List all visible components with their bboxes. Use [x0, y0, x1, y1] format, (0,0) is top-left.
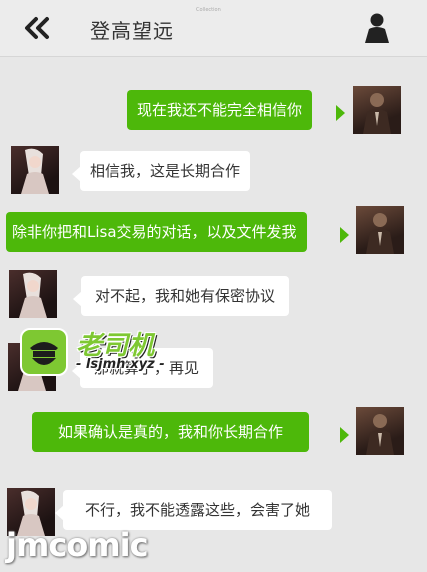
my-avatar[interactable]	[353, 86, 401, 134]
profile-button[interactable]	[364, 12, 390, 44]
watermark-url: - lsjmh.xyz -	[76, 357, 165, 372]
contact-avatar[interactable]	[11, 146, 59, 194]
header-tiny-text: Collection	[196, 7, 221, 13]
chat-header: Collection 登高望远	[0, 0, 427, 57]
watermark-logo	[20, 328, 68, 376]
contact-avatar[interactable]	[9, 270, 57, 318]
site-watermark: jmcomic	[6, 526, 149, 564]
bubble-tail	[340, 227, 349, 243]
message-bubble-incoming[interactable]: 相信我，这是长期合作	[80, 151, 251, 191]
person-icon	[365, 13, 389, 43]
chat-title: 登高望远	[90, 19, 174, 43]
message-bubble-incoming[interactable]: 不行，我不能透露这些，会害了她	[63, 490, 333, 530]
double-chevron-left-icon	[25, 17, 49, 39]
message-bubble-outgoing[interactable]: 如果确认是真的，我和你长期合作	[32, 412, 310, 452]
bubble-tail	[73, 291, 82, 307]
my-avatar[interactable]	[356, 206, 404, 254]
message-bubble-outgoing[interactable]: 现在我还不能完全相信你	[127, 90, 313, 130]
back-button[interactable]	[22, 16, 52, 40]
message-bubble-outgoing[interactable]: 除非你把和Lisa交易的对话，以及文件发我	[6, 212, 307, 252]
bubble-tail	[340, 427, 349, 443]
message-bubble-incoming[interactable]: 对不起，我和她有保密协议	[81, 276, 290, 316]
bubble-tail	[72, 166, 81, 182]
my-avatar[interactable]	[356, 407, 404, 455]
bubble-tail	[55, 505, 64, 521]
bubble-tail	[336, 105, 345, 121]
